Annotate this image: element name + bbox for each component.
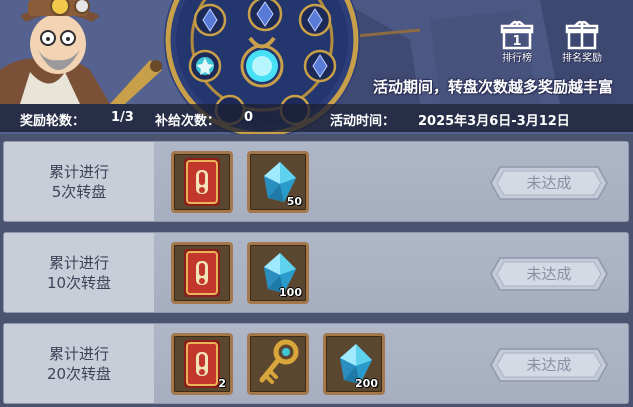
reward-rounds-label: 奖励轮数：: [20, 114, 86, 129]
row-2-condition-line2: 10次转盘: [46, 273, 112, 292]
row-1-status-text: 未达成: [526, 174, 572, 192]
row-2-item-card[interactable]: [171, 242, 233, 304]
item-count: 2: [218, 377, 226, 390]
row-3-item-crystal[interactable]: 200: [323, 333, 385, 395]
event-time-value: 2025年3月6日-3月12日: [418, 114, 570, 129]
row-3-condition: 累计进行 20次转盘: [4, 324, 155, 403]
row-3-condition-line1: 累计进行: [48, 344, 109, 363]
event-banner: 1 排行榜 排名奖励 活动期间，转盘次数越多奖励越丰富 奖励轮数： 1/3 补给…: [0, 0, 633, 134]
item-count: 200: [355, 377, 378, 390]
row-1-condition-line2: 5次转盘: [51, 182, 107, 201]
ranking-button[interactable]: 1 排行榜: [494, 18, 540, 64]
item-count: 50: [286, 195, 302, 208]
gift-ranking-icon: 1: [512, 34, 521, 48]
row-2-condition: 累计进行 10次转盘: [4, 233, 155, 312]
row-2-status-button[interactable]: 未达成: [490, 257, 608, 291]
ranking-digit: 1: [512, 34, 521, 48]
row-1-item-card[interactable]: [171, 151, 233, 213]
ranking-reward-button[interactable]: 排名奖励: [559, 18, 605, 64]
event-tagline: 活动期间，转盘次数越多奖励越丰富: [372, 78, 613, 96]
refill-value: 0: [244, 110, 254, 125]
item-count: 100: [279, 286, 302, 299]
row-2-rewards: 100 未达成: [154, 233, 628, 312]
row-3-condition-line2: 20次转盘: [46, 364, 112, 383]
info-bar: 奖励轮数： 1/3 补给次数： 0 活动时间： 2025年3月6日-3月12日: [0, 104, 633, 132]
row-3-status-text: 未达成: [526, 356, 572, 374]
row-3-item-key[interactable]: [247, 333, 309, 395]
row-1-condition: 累计进行 5次转盘: [4, 142, 155, 221]
reward-row-1: 累计进行 5次转盘 50 未达成: [3, 141, 629, 222]
row-1-status-button[interactable]: 未达成: [490, 166, 608, 200]
row-2-status-text: 未达成: [526, 265, 572, 283]
red-card-icon: [174, 245, 230, 301]
event-time-label: 活动时间：: [330, 114, 396, 129]
gift-reward-icon: [567, 18, 597, 48]
ranking-label: 排行榜: [502, 53, 532, 64]
row-2-item-crystal[interactable]: 100: [247, 242, 309, 304]
row-3-rewards: 2 200 未达成: [154, 324, 628, 403]
reward-row-2: 累计进行 10次转盘 100 未达成: [3, 232, 629, 313]
row-1-condition-line1: 累计进行: [48, 162, 109, 181]
gold-key-icon: [250, 336, 306, 392]
row-1-rewards: 50 未达成: [154, 142, 628, 221]
reward-row-3: 累计进行 20次转盘 2 200 未达成: [3, 323, 629, 404]
ranking-reward-label: 排名奖励: [562, 53, 602, 64]
row-1-item-crystal[interactable]: 50: [247, 151, 309, 213]
row-3-status-button[interactable]: 未达成: [490, 348, 608, 382]
row-3-item-card[interactable]: 2: [171, 333, 233, 395]
red-card-icon: [174, 154, 230, 210]
refill-label: 补给次数：: [155, 114, 221, 129]
reward-rounds-value: 1/3: [111, 110, 134, 125]
row-2-condition-line1: 累计进行: [48, 253, 109, 272]
